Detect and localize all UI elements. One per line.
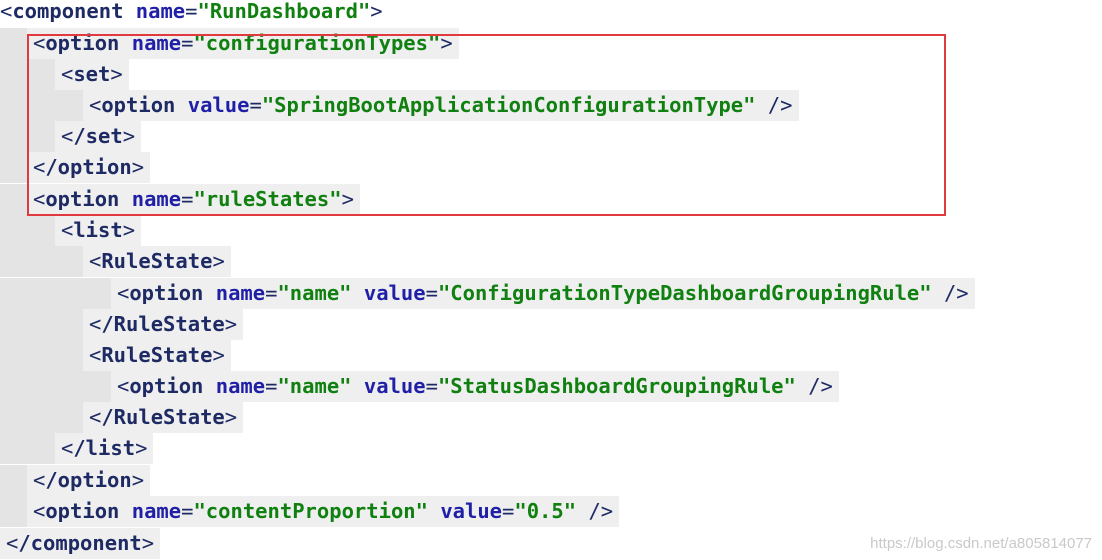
attribute-value: "name" — [277, 281, 352, 305]
tag-name: option — [45, 499, 120, 523]
tag-name: RuleState — [101, 343, 213, 367]
code-line: <option name="name" value="Configuration… — [0, 278, 975, 309]
attribute-name: value — [440, 499, 503, 523]
attribute-name: name — [131, 499, 182, 523]
attribute-name: name — [215, 374, 266, 398]
watermark: https://blog.csdn.net/a805814077 — [870, 535, 1092, 552]
code-line: <option name="contentProportion" value="… — [0, 496, 620, 527]
tag-name: component — [12, 0, 124, 23]
tag-name: option — [129, 374, 204, 398]
code-line: <RuleState> — [0, 340, 231, 371]
tag-name: list — [73, 218, 123, 242]
code-line: </option> — [0, 465, 151, 496]
attribute-name: name — [215, 281, 266, 305]
code-line: <list> — [0, 215, 142, 246]
tag-name: /option — [45, 468, 132, 492]
attribute-value: "StatusDashboardGroupingRule" — [437, 374, 796, 398]
code-line: <component name="RunDashboard"> — [0, 0, 383, 23]
tag-name: RuleState — [101, 249, 213, 273]
code-line: </RuleState> — [0, 402, 244, 433]
tag-name: /RuleState — [101, 405, 225, 429]
attribute-value: "0.5" — [514, 499, 577, 523]
code-line: <option name="name" value="StatusDashboa… — [0, 371, 839, 402]
attribute-name: value — [363, 374, 426, 398]
attribute-value: "contentProportion" — [193, 499, 428, 523]
attribute-name: value — [363, 281, 426, 305]
tag-name: /component — [18, 531, 142, 555]
attribute-name: name — [135, 0, 186, 23]
tag-name: /list — [73, 436, 136, 460]
code-line: </component> — [0, 528, 161, 559]
highlight-box — [27, 34, 946, 216]
tag-name: option — [129, 281, 204, 305]
code-line: <RuleState> — [0, 246, 231, 277]
code-line: </list> — [0, 433, 154, 464]
tag-name: /RuleState — [101, 312, 225, 336]
code-line: </RuleState> — [0, 309, 244, 340]
attribute-value: "RunDashboard" — [197, 0, 371, 23]
attribute-value: "ConfigurationTypeDashboardGroupingRule" — [437, 281, 932, 305]
attribute-value: "name" — [277, 374, 352, 398]
